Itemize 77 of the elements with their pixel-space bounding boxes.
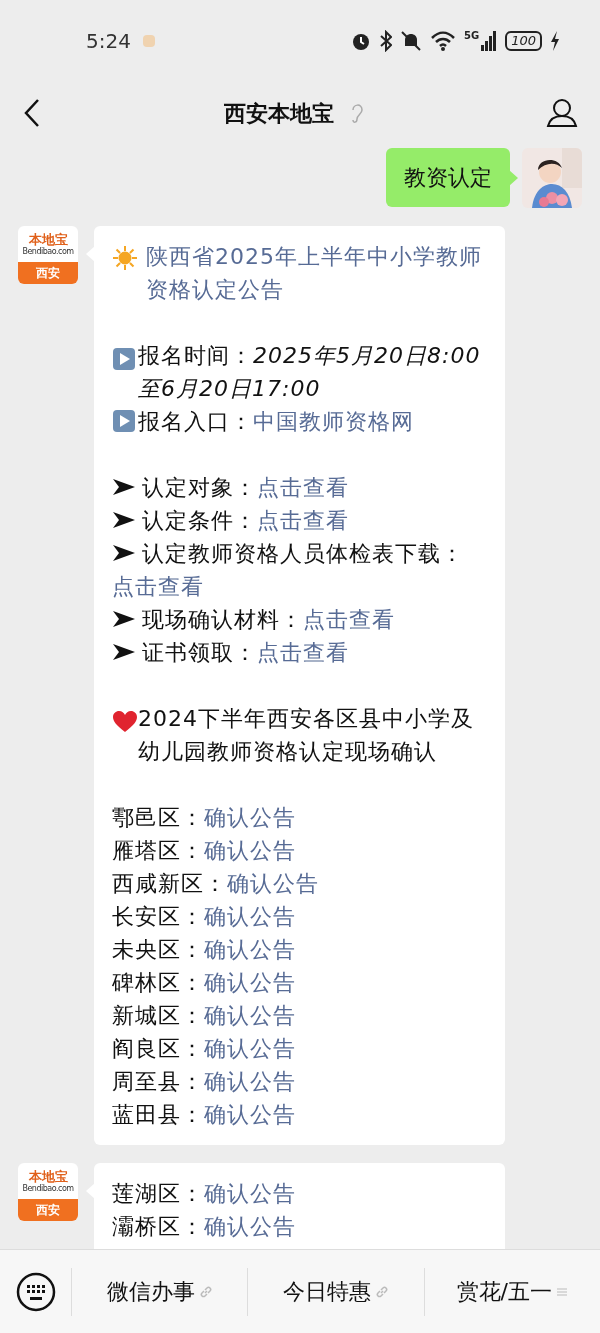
item-label: 认定教师资格人员体检表下载： bbox=[142, 541, 464, 566]
play-icon bbox=[112, 409, 136, 433]
item-link[interactable]: 点击查看 bbox=[303, 607, 395, 632]
notification-icon bbox=[142, 35, 155, 47]
item-link[interactable]: 确认公告 bbox=[204, 970, 296, 995]
item-link[interactable]: 点击查看 bbox=[257, 475, 349, 500]
menu-tab[interactable]: 微信办事 bbox=[72, 1267, 249, 1316]
menu-icon bbox=[556, 1285, 569, 1298]
profile-icon[interactable] bbox=[546, 98, 578, 128]
arrow-icon bbox=[112, 477, 136, 497]
ear-icon bbox=[350, 102, 364, 124]
logo-brand: 本地宝 bbox=[28, 232, 68, 246]
item-link[interactable]: 确认公告 bbox=[204, 1214, 296, 1239]
item-link[interactable]: 确认公告 bbox=[227, 871, 319, 896]
logo-brand: 本地宝 bbox=[28, 1169, 68, 1183]
back-icon[interactable] bbox=[22, 98, 42, 128]
logo-city: 西安 bbox=[36, 267, 60, 279]
item-label: 现场确认材料： bbox=[142, 607, 303, 632]
wifi-icon bbox=[430, 30, 456, 52]
item-link[interactable]: 中国教师资格网 bbox=[253, 409, 414, 434]
item-label: 报名入口： bbox=[138, 409, 253, 434]
menu-tab[interactable]: 今日特惠 bbox=[248, 1267, 425, 1316]
item-link[interactable]: 点击查看 bbox=[257, 508, 349, 533]
notice-title[interactable]: 陕西省2025年上半年中小学教师资格认定公告 bbox=[146, 240, 487, 306]
item-label: 长安区： bbox=[112, 904, 204, 929]
bubble-tail bbox=[509, 170, 518, 186]
arrow-icon bbox=[112, 510, 136, 530]
item-link[interactable]: 点击查看 bbox=[257, 640, 349, 665]
item-link[interactable]: 确认公告 bbox=[204, 1181, 296, 1206]
account-avatar[interactable]: 本地宝 Bendibao.com 西安 bbox=[18, 1163, 78, 1221]
item-label: 灞桥区： bbox=[112, 1214, 204, 1239]
arrow-icon bbox=[112, 609, 136, 629]
arrow-icon bbox=[112, 543, 136, 563]
heart-icon bbox=[112, 710, 138, 734]
battery-level: 100 bbox=[505, 31, 542, 51]
item-link[interactable]: 确认公告 bbox=[204, 937, 296, 962]
menu-tab[interactable]: 赏花/五一 bbox=[424, 1267, 600, 1316]
item-label: 阎良区： bbox=[112, 1036, 204, 1061]
item-link[interactable]: 确认公告 bbox=[204, 1036, 296, 1061]
item-label: 认定对象： bbox=[142, 475, 257, 500]
keyboard-icon[interactable] bbox=[15, 1271, 56, 1312]
item-link[interactable]: 确认公告 bbox=[204, 805, 296, 830]
link-icon bbox=[198, 1284, 213, 1299]
bell-muted-icon bbox=[400, 30, 422, 52]
item-label: 证书领取： bbox=[142, 640, 257, 665]
section-heading: 2024下半年西安各区县中小学及幼儿园教师资格认定现场确认 bbox=[138, 705, 475, 766]
item-link[interactable]: 确认公告 bbox=[204, 1102, 296, 1127]
item-text: 报名时间：2025年5月20日8:00至6月20日17:00 bbox=[138, 342, 482, 403]
arrow-icon bbox=[112, 642, 136, 662]
item-label: 雁塔区： bbox=[112, 838, 204, 863]
item-label: 新城区： bbox=[112, 1003, 204, 1028]
network-label: 5G bbox=[464, 31, 480, 41]
item-link[interactable]: 确认公告 bbox=[204, 1003, 296, 1028]
item-label: 鄠邑区： bbox=[112, 805, 204, 830]
logo-site: Bendibao.com bbox=[22, 1184, 74, 1193]
item-label: 认定条件： bbox=[142, 508, 257, 533]
item-label: 西咸新区： bbox=[112, 871, 227, 896]
play-icon bbox=[112, 347, 136, 371]
sun-icon bbox=[112, 245, 138, 271]
item-link[interactable]: 确认公告 bbox=[204, 838, 296, 863]
account-avatar[interactable]: 本地宝 Bendibao.com 西安 bbox=[18, 226, 78, 284]
link-icon bbox=[375, 1284, 389, 1299]
item-label: 莲湖区： bbox=[112, 1181, 204, 1206]
item-label: 蓝田县： bbox=[112, 1102, 204, 1127]
item-link[interactable]: 点击查看 bbox=[112, 574, 204, 599]
charging-icon bbox=[550, 31, 560, 51]
item-link[interactable]: 确认公告 bbox=[204, 1069, 296, 1094]
logo-city: 西安 bbox=[36, 1204, 60, 1216]
logo-site: Bendibao.com bbox=[22, 247, 74, 256]
signal-icon bbox=[481, 31, 498, 51]
item-label: 周至县： bbox=[112, 1069, 204, 1094]
item-label: 未央区： bbox=[112, 937, 204, 962]
item-label: 碑林区： bbox=[112, 970, 204, 995]
chat-title: 西安本地宝 bbox=[224, 99, 334, 128]
item-link[interactable]: 确认公告 bbox=[204, 904, 296, 929]
bluetooth-icon bbox=[380, 30, 392, 52]
status-time: 5:24 bbox=[86, 28, 131, 55]
